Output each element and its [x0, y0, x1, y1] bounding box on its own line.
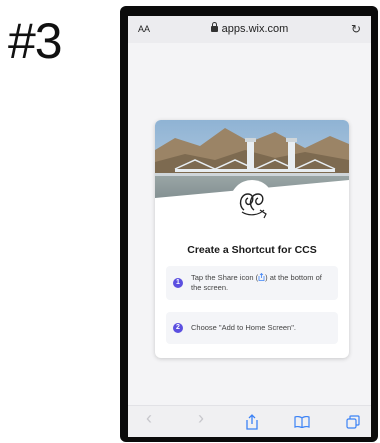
lock-icon [210, 22, 218, 32]
reload-icon[interactable]: ↻ [351, 22, 361, 36]
step-2-text: Choose "Add to Home Screen". [191, 323, 296, 332]
bookmarks-icon[interactable] [294, 415, 310, 430]
share-icon[interactable] [245, 414, 259, 432]
step-1-text: Tap the Share icon () at the bottom of t… [191, 272, 330, 293]
instruction-step-2: 2 Choose "Add to Home Screen". [166, 312, 338, 344]
back-icon[interactable]: ‹ [146, 409, 152, 427]
phone-screen: AA apps.wix.com ↻ Create a Shortcut for … [128, 16, 371, 437]
step-1-badge: 1 [173, 278, 183, 288]
url-text: apps.wix.com [221, 23, 289, 35]
step-1-text-before: Tap the Share icon ( [191, 273, 259, 282]
forward-icon[interactable]: › [198, 409, 204, 427]
step-number-label: #3 [8, 13, 63, 69]
tabs-icon[interactable] [346, 415, 360, 431]
safari-toolbar: ‹ › [128, 405, 371, 437]
card-title: Create a Shortcut for CCS [187, 244, 317, 256]
shortcut-card: Create a Shortcut for CCS 1 Tap the Shar… [155, 120, 349, 358]
address-bar[interactable]: AA apps.wix.com ↻ [128, 16, 371, 43]
step-2-badge: 2 [173, 323, 183, 333]
ccs-logo [230, 180, 274, 224]
instruction-step-1: 1 Tap the Share icon () at the bottom of… [166, 266, 338, 300]
url-field[interactable]: apps.wix.com [128, 22, 371, 35]
